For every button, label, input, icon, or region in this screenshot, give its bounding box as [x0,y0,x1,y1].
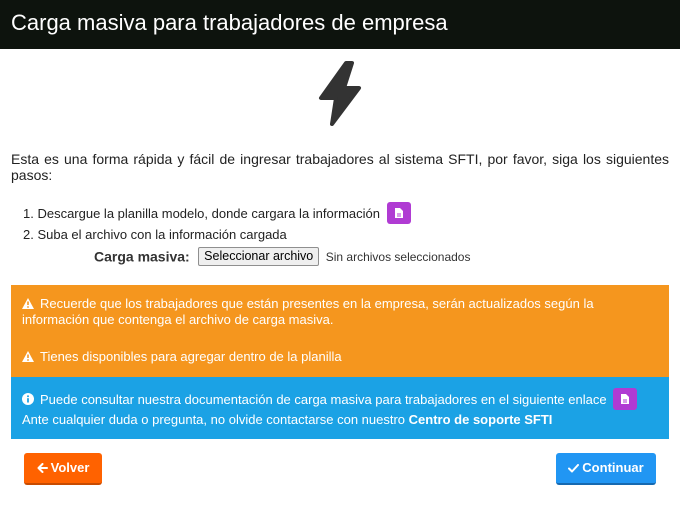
select-file-button[interactable]: Seleccionar archivo [198,247,320,266]
step-download: 1. Descargue la planilla modelo, donde c… [23,201,411,225]
upload-row: Carga masiva: Seleccionar archivo Sin ar… [94,247,470,266]
upload-label: Carga masiva: [94,248,190,265]
warning-icon [22,351,34,362]
info-icon [22,393,34,405]
warning-text: Tienes disponibles para agregar dentro d… [40,349,342,364]
page-title: Carga masiva para trabajadores de empres… [11,10,448,35]
download-template-button[interactable] [386,201,411,224]
step-label: 1. Descargue la planilla modelo, donde c… [23,206,380,221]
arrow-left-icon [37,463,48,473]
file-icon [621,393,630,404]
documentation-link-button[interactable] [613,387,638,410]
back-button-label: Volver [50,460,90,475]
info-alert: Puede consultar nuestra documentación de… [11,377,669,439]
continue-button[interactable]: Continuar [556,453,656,485]
file-icon [394,207,403,218]
bolt-icon [319,61,361,126]
warning-text: Recuerde que los trabajadores que están … [22,296,594,327]
steps-list: 1. Descargue la planilla modelo, donde c… [23,201,411,244]
info-docs-message: Puede consultar nuestra documentación de… [22,387,638,412]
warning-update-message: Recuerde que los trabajadores que están … [22,296,662,328]
warning-icon [22,298,34,309]
step-label: 2. Suba el archivo con la información ca… [23,227,287,242]
continue-button-label: Continuar [582,460,644,475]
check-icon [568,464,580,473]
info-text: Ante cualquier duda o pregunta, no olvid… [22,412,406,427]
support-center-link[interactable]: Centro de soporte SFTI [409,412,553,427]
back-button[interactable]: Volver [24,453,102,485]
page-header: Carga masiva para trabajadores de empres… [0,0,680,49]
intro-text: Esta es una forma rápida y fácil de ingr… [11,151,669,183]
info-support-message: Ante cualquier duda o pregunta, no olvid… [22,412,552,428]
warning-alert: Recuerde que los trabajadores que están … [11,285,669,377]
step-upload: 2. Suba el archivo con la información ca… [23,225,411,244]
file-status: Sin archivos seleccionados [325,249,471,264]
info-text: Puede consultar nuestra documentación de… [40,392,607,407]
warning-available-message: Tienes disponibles para agregar dentro d… [22,349,342,365]
